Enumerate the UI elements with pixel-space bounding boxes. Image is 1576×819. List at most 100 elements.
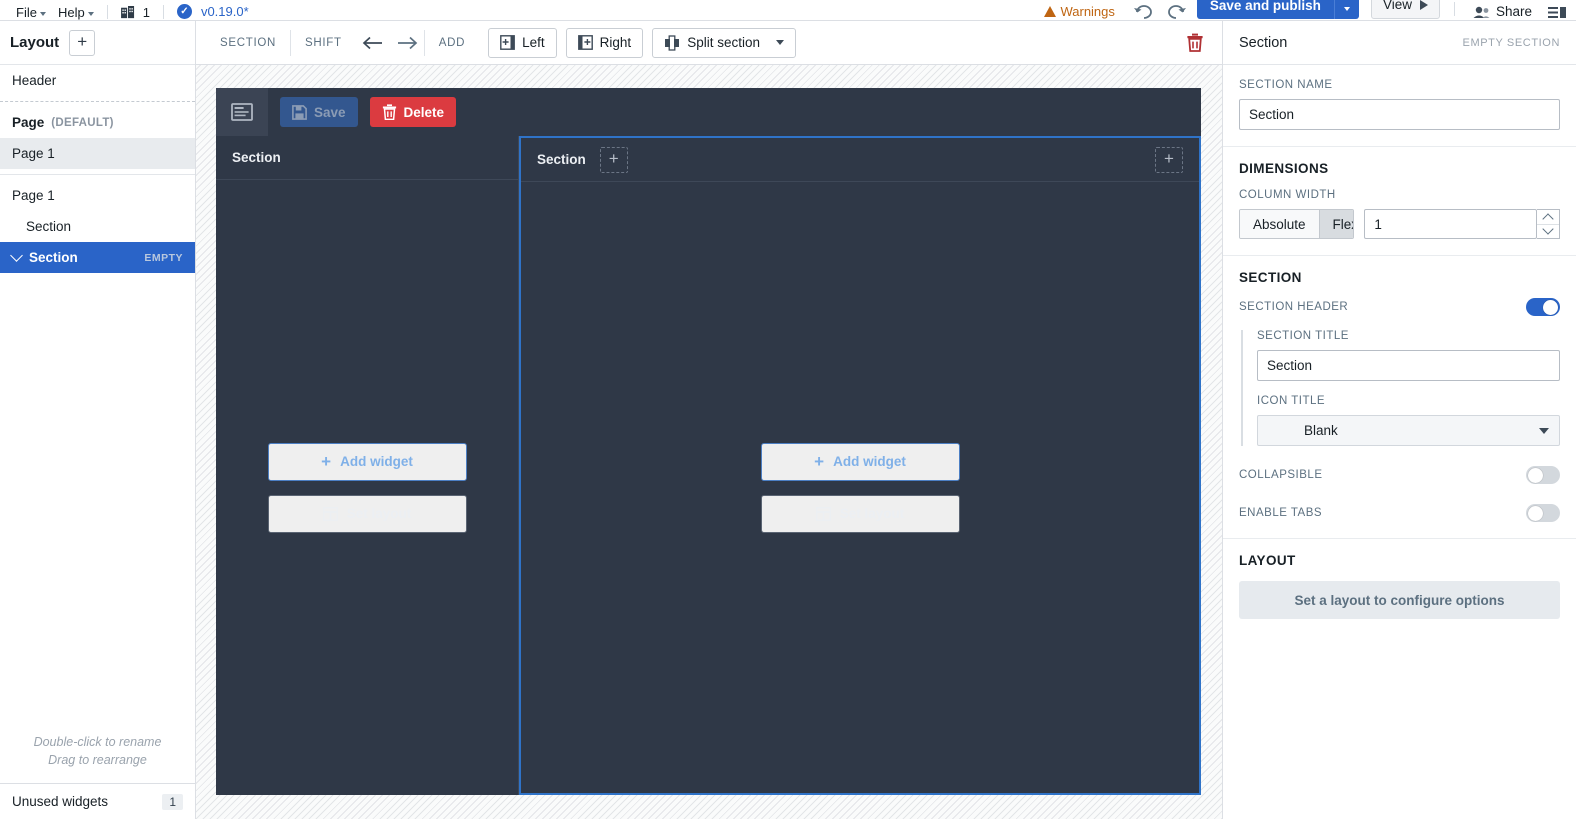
add-right-button[interactable]: Right (565, 27, 644, 58)
section-title: Section (232, 150, 281, 165)
share-button[interactable]: Share (1473, 4, 1532, 19)
org-indicator[interactable]: 1 (115, 6, 156, 19)
sidebar-add-button[interactable]: + (69, 29, 96, 56)
add-section-item-button[interactable]: + (599, 146, 628, 173)
undo-icon[interactable] (1133, 3, 1155, 19)
panel-layout-icon (1548, 7, 1566, 18)
divider (162, 5, 164, 19)
share-users-icon (1473, 6, 1490, 18)
save-and-publish-button[interactable]: Save and publish (1196, 0, 1334, 19)
toolbar-shift-label: SHIFT (305, 36, 342, 49)
collapsible-toggle[interactable] (1526, 466, 1560, 484)
dimensions-heading: DIMENSIONS (1239, 161, 1329, 176)
save-and-publish-dropdown[interactable] (1333, 0, 1359, 19)
section-title-input[interactable] (1257, 350, 1560, 381)
chevron-down-icon (39, 11, 46, 16)
menu-help[interactable]: Help (52, 6, 100, 19)
body-row: Layout + Header Page (DEFAULT) Page 1 Pa… (0, 21, 1576, 819)
arrow-right-icon (397, 36, 418, 49)
chevron-expanded-icon[interactable] (10, 249, 23, 262)
unused-widgets-row[interactable]: Unused widgets 1 (0, 783, 195, 819)
toggle-knob (1528, 467, 1543, 483)
stepper-increment[interactable] (1537, 210, 1559, 225)
flex-value-input[interactable] (1364, 209, 1538, 239)
section-header-toggle[interactable] (1526, 298, 1560, 316)
redo-icon[interactable] (1165, 3, 1187, 19)
sidebar-item-label: Page 1 (12, 146, 55, 161)
stepper-decrement[interactable] (1537, 223, 1559, 239)
sidebar-hint-line-2: Drag to rearrange (48, 752, 147, 767)
sidebar-item-page-1[interactable]: Page 1 (0, 138, 195, 169)
dashboard-section-1[interactable]: Section + Add widget Set layout (216, 136, 519, 795)
version-label: v0.19.0* (200, 4, 249, 19)
dashboard-section-2[interactable]: Section + + + Add widget Set layout (519, 136, 1201, 795)
sidebar-item-section-2[interactable]: Section EMPTY (0, 242, 195, 273)
sidebar-item-page-1-tree[interactable]: Page 1 (0, 180, 195, 211)
layout-grid-icon (322, 506, 338, 521)
properties-status-badge: EMPTY SECTION (1462, 36, 1560, 49)
section-header-toggle-row: SECTION HEADER (1239, 298, 1560, 316)
toolbar-section-label: SECTION (220, 36, 277, 49)
report-icon (231, 103, 253, 121)
dashboard-panel-icon-tab[interactable] (216, 88, 268, 136)
view-button[interactable]: View (1370, 0, 1440, 19)
section-name-label: SECTION NAME (1239, 79, 1333, 91)
toggle-right-panel-button[interactable] (1548, 6, 1566, 19)
set-layout-button[interactable]: Set layout (760, 494, 960, 533)
share-label: Share (1495, 4, 1532, 19)
flex-value-stepper[interactable] (1537, 209, 1560, 239)
menu-file-label: File (16, 5, 37, 20)
section-header-options: SECTION TITLE ICON TITLE Blank (1241, 330, 1560, 446)
shift-left-button[interactable] (356, 28, 390, 58)
sidebar-item-section-1[interactable]: Section (0, 211, 195, 242)
sidebar-item-label: Page 1 (12, 188, 55, 203)
add-column-left-icon (500, 35, 516, 50)
chevron-down-icon (1343, 7, 1350, 11)
section-name-block: SECTION NAME (1223, 65, 1576, 147)
toolbar-add-label: ADD (438, 36, 466, 49)
split-section-button[interactable]: Split section (652, 27, 796, 58)
add-widget-button[interactable]: + Add widget (760, 442, 960, 481)
arrow-left-icon (362, 36, 382, 49)
sidebar-item-header[interactable]: Header (0, 65, 195, 96)
org-count: 1 (142, 5, 150, 20)
building-icon (120, 6, 134, 19)
shift-right-button[interactable] (390, 28, 424, 58)
unused-widgets-count: 1 (162, 793, 183, 810)
warnings-indicator[interactable]: Warnings (1044, 4, 1115, 19)
dashboard-save-label: Save (314, 104, 346, 120)
menu-file[interactable]: File (10, 6, 52, 19)
section-header: Section (216, 136, 518, 180)
column-width-controls: Absolute Flex (1239, 209, 1560, 239)
column-width-flex-button[interactable]: Flex (1318, 210, 1354, 238)
section-name-input[interactable] (1239, 99, 1560, 130)
add-widget-button[interactable]: + Add widget (267, 442, 467, 481)
menu-help-label: Help (57, 5, 85, 20)
add-section-right-button[interactable]: + (1155, 146, 1183, 173)
add-left-button[interactable]: Left (488, 27, 557, 58)
enable-tabs-toggle[interactable] (1526, 504, 1560, 522)
dashboard-save-button[interactable]: Save (280, 97, 358, 127)
sidebar-item-label: Page (12, 115, 45, 130)
dashboard-delete-button[interactable]: Delete (369, 97, 457, 127)
chevron-down-icon (1539, 427, 1549, 434)
sidebar-hint-line-1: Double-click to rename (33, 734, 162, 749)
set-layout-button[interactable]: Set layout (267, 494, 467, 533)
play-icon (1419, 0, 1428, 10)
trash-icon (1187, 33, 1203, 52)
dashboard-columns: Section + Add widget Set layout Section … (216, 136, 1201, 795)
properties-panel: Section EMPTY SECTION SECTION NAME DIMEN… (1222, 21, 1576, 819)
sidebar-item-page[interactable]: Page (DEFAULT) (0, 107, 195, 138)
properties-title: Section (1239, 34, 1288, 51)
top-menu-bar: File Help 1 ✓ v0.19.0* Warnings Save and… (0, 0, 1576, 21)
section-title: Section (537, 152, 586, 167)
version-indicator[interactable]: ✓ v0.19.0* (171, 4, 255, 19)
set-layout-label: Set layout (839, 506, 905, 521)
column-width-absolute-button[interactable]: Absolute (1240, 210, 1319, 238)
icon-title-label: ICON TITLE (1257, 395, 1326, 407)
divider (0, 174, 195, 175)
add-column-right-icon (577, 35, 593, 50)
icon-title-select[interactable]: Blank (1257, 415, 1560, 446)
delete-section-button[interactable] (1178, 33, 1212, 52)
sidebar-hint: Double-click to rename Drag to rearrange (0, 733, 195, 783)
